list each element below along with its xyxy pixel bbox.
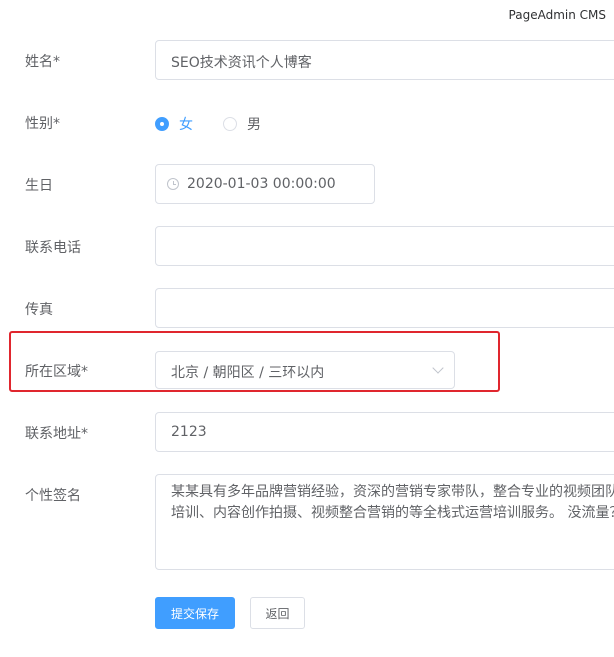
birthday-value: 2020-01-03 00:00:00 bbox=[187, 176, 336, 192]
region-label: 所在区域* bbox=[25, 364, 88, 380]
fax-field[interactable] bbox=[155, 288, 614, 328]
name-field[interactable]: SEO技术资讯个人博客 bbox=[155, 40, 614, 80]
name-label: 姓名* bbox=[25, 54, 60, 70]
back-button[interactable]: 返回 bbox=[250, 597, 305, 629]
region-value: 北京 / 朝阳区 / 三环以内 bbox=[171, 365, 325, 381]
birthday-label: 生日 bbox=[25, 178, 53, 194]
signature-textarea[interactable]: 某某具有多年品牌营销经验，资深的营销专家带队，整合专业的视频团队 培训、内容创作… bbox=[155, 474, 614, 570]
gender-option-male: 男 bbox=[247, 117, 261, 133]
address-value: 2123 bbox=[171, 424, 207, 440]
region-cascader[interactable]: 北京 / 朝阳区 / 三环以内 bbox=[155, 351, 455, 389]
phone-field[interactable] bbox=[155, 226, 614, 266]
signature-line-1: 某某具有多年品牌营销经验，资深的营销专家带队，整合专业的视频团队 bbox=[171, 484, 614, 500]
signature-line-2: 培训、内容创作拍摄、视频整合营销的等全栈式运营培训服务。 没流量？ bbox=[171, 505, 614, 521]
address-field[interactable]: 2123 bbox=[155, 412, 614, 452]
radio-checked-icon bbox=[155, 117, 169, 131]
brand-label: PageAdmin CMS bbox=[508, 8, 606, 22]
gender-radio-female[interactable]: 女 bbox=[155, 114, 193, 134]
gender-radio-male[interactable]: 男 bbox=[223, 114, 261, 134]
phone-label: 联系电话 bbox=[25, 240, 81, 256]
submit-button[interactable]: 提交保存 bbox=[155, 597, 235, 629]
birthday-datepicker[interactable]: 2020-01-03 00:00:00 bbox=[155, 164, 375, 204]
fax-label: 传真 bbox=[25, 302, 53, 318]
address-label: 联系地址* bbox=[25, 426, 88, 442]
signature-label: 个性签名 bbox=[25, 488, 81, 504]
gender-radio-group: 女 男 bbox=[0, 114, 614, 134]
name-value: SEO技术资讯个人博客 bbox=[171, 55, 312, 71]
radio-unchecked-icon bbox=[223, 117, 237, 131]
chevron-down-icon bbox=[432, 362, 444, 374]
clock-icon bbox=[167, 178, 179, 190]
signature-text: 某某具有多年品牌营销经验，资深的营销专家带队，整合专业的视频团队 培训、内容创作… bbox=[171, 482, 614, 524]
gender-option-female: 女 bbox=[179, 117, 193, 133]
